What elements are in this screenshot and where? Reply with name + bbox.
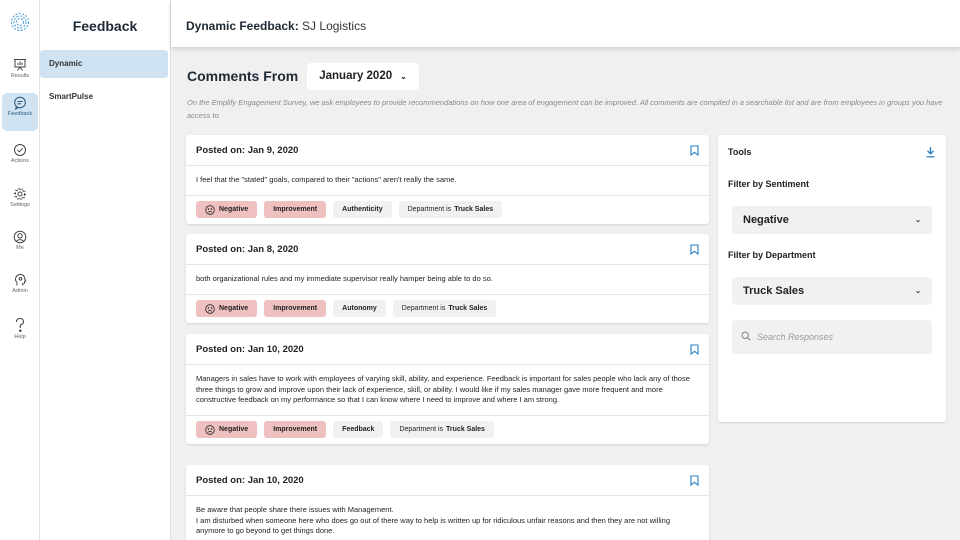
- month-dropdown-value: January 2020: [319, 70, 393, 82]
- topic-tag[interactable]: Authenticity: [333, 201, 392, 218]
- subnav-item-smartpulse[interactable]: SmartPulse: [40, 83, 168, 111]
- page-header: Dynamic Feedback: SJ Logistics: [171, 0, 960, 47]
- comment-card: Posted on: Jan 9, 2020 I feel that the "…: [186, 135, 709, 224]
- rail-item-me[interactable]: Me: [2, 227, 38, 265]
- comment-card-header: Posted on: Jan 10, 2020: [186, 465, 709, 496]
- sad-face-icon: [205, 424, 215, 435]
- comment-card-header: Posted on: Jan 8, 2020: [186, 234, 709, 265]
- rail-label-feedback: Feedback: [7, 111, 33, 117]
- rail-label-me: Me: [16, 245, 24, 251]
- comment-posted-date: Posted on: Jan 9, 2020: [196, 144, 299, 156]
- page-title-org: SJ Logistics: [298, 19, 367, 33]
- bookmark-icon[interactable]: [690, 243, 699, 255]
- sentiment-tag-label: Negative: [219, 426, 249, 433]
- head-profile-icon: [15, 273, 27, 286]
- rail-label-help: Help: [14, 334, 26, 340]
- page-title-bold: Dynamic Feedback:: [186, 19, 299, 33]
- search-box: [732, 320, 932, 354]
- tools-title: Tools: [728, 147, 752, 157]
- department-filter-dropdown[interactable]: Truck Sales ⌄: [732, 277, 932, 305]
- comment-card: Posted on: Jan 10, 2020 Managers in sale…: [186, 334, 709, 444]
- subnav-title: Feedback: [72, 18, 138, 34]
- search-input[interactable]: [757, 332, 917, 342]
- survey-description: On the Emplify Engagement Survey, we ask…: [187, 98, 943, 120]
- sentiment-tag[interactable]: Negative: [196, 421, 258, 438]
- comment-card: Posted on: Jan 8, 2020 both organization…: [186, 234, 709, 323]
- department-tag-prefix: Department is: [399, 426, 444, 433]
- rail-item-results[interactable]: Results: [2, 55, 38, 93]
- question-mark-icon: [15, 317, 25, 332]
- comment-text: Managers in sales have to work with empl…: [186, 365, 709, 416]
- rail-item-actions[interactable]: Actions: [2, 140, 38, 178]
- sentiment-tag[interactable]: Negative: [196, 300, 258, 317]
- comment-tags: Negative Improvement Feedback Department…: [186, 416, 709, 444]
- gear-icon: [13, 187, 27, 201]
- chevron-down-icon: ⌄: [400, 71, 407, 81]
- search-icon: [741, 328, 751, 346]
- department-tag[interactable]: Department is Truck Sales: [392, 300, 497, 317]
- subnav-item-dynamic[interactable]: Dynamic: [40, 50, 168, 78]
- rail-item-admin[interactable]: Admin: [2, 270, 38, 308]
- rail-item-settings[interactable]: Settings: [2, 184, 38, 222]
- icon-rail: Results Feedback Actions Settings Me Adm…: [0, 0, 40, 540]
- department-tag-value: Truck Sales: [448, 305, 488, 312]
- type-tag[interactable]: Improvement: [264, 300, 327, 317]
- comment-card: Posted on: Jan 10, 2020 Be aware that pe…: [186, 465, 709, 540]
- tools-panel: Tools Filter by Sentiment Negative ⌄ Fil…: [718, 135, 946, 422]
- department-tag-value: Truck Sales: [446, 426, 485, 433]
- rail-label-admin: Admin: [12, 288, 28, 294]
- bookmark-icon[interactable]: [690, 144, 699, 156]
- topic-tag[interactable]: Autonomy: [333, 300, 386, 317]
- comment-posted-date: Posted on: Jan 10, 2020: [196, 474, 304, 486]
- sentiment-tag-label: Negative: [219, 206, 249, 213]
- sentiment-filter-value: Negative: [743, 214, 789, 226]
- department-tag-value: Truck Sales: [454, 206, 494, 213]
- department-filter-value: Truck Sales: [743, 285, 805, 297]
- emplify-logo[interactable]: [10, 12, 30, 32]
- sentiment-tag[interactable]: Negative: [196, 201, 258, 218]
- type-tag[interactable]: Improvement: [264, 421, 327, 438]
- sentiment-filter-dropdown[interactable]: Negative ⌄: [732, 206, 932, 234]
- comment-text: Be aware that people share there issues …: [196, 505, 671, 535]
- sad-face-icon: [205, 204, 215, 215]
- chevron-down-icon: ⌄: [915, 217, 921, 224]
- bookmark-icon[interactable]: [690, 474, 699, 486]
- type-tag[interactable]: Improvement: [264, 201, 327, 218]
- comment-card-header: Posted on: Jan 9, 2020: [186, 135, 709, 166]
- feedback-subnav: Feedback Dynamic SmartPulse: [40, 0, 171, 540]
- rail-label-settings: Settings: [10, 202, 30, 208]
- rail-item-help[interactable]: Help: [2, 314, 38, 352]
- comment-text: both organizational rules and my immedia…: [186, 265, 709, 295]
- check-circle-icon: [14, 144, 26, 156]
- department-filter-label: Filter by Department: [728, 250, 816, 260]
- comment-text: I feel that the "stated" goals, compared…: [186, 166, 709, 196]
- department-tag[interactable]: Department is Truck Sales: [390, 421, 494, 438]
- comment-posted-date: Posted on: Jan 8, 2020: [196, 243, 299, 255]
- page-title: Dynamic Feedback: SJ Logistics: [186, 19, 366, 33]
- month-dropdown[interactable]: January 2020 ⌄: [307, 62, 419, 90]
- presentation-chart-icon: [14, 59, 26, 71]
- comment-card-header: Posted on: Jan 10, 2020: [186, 334, 709, 365]
- rail-item-feedback[interactable]: Feedback: [2, 93, 38, 131]
- bookmark-icon[interactable]: [690, 343, 699, 355]
- comment-posted-date: Posted on: Jan 10, 2020: [196, 343, 304, 355]
- download-icon[interactable]: [925, 145, 936, 163]
- chat-bubble-icon: [14, 96, 26, 110]
- comments-heading-row: Comments From January 2020 ⌄: [187, 62, 419, 90]
- sad-face-icon: [205, 303, 215, 314]
- sentiment-tag-label: Negative: [219, 305, 249, 312]
- topic-tag[interactable]: Feedback: [333, 421, 384, 438]
- main-content: Comments From January 2020 ⌄ On the Empl…: [171, 47, 960, 540]
- comment-tags: Negative Improvement Autonomy Department…: [186, 295, 709, 323]
- sentiment-filter-label: Filter by Sentiment: [728, 179, 810, 189]
- rail-label-actions: Actions: [10, 158, 30, 164]
- user-circle-icon: [13, 230, 27, 244]
- department-tag-prefix: Department is: [401, 305, 446, 312]
- department-tag[interactable]: Department is Truck Sales: [398, 201, 503, 218]
- comments-title: Comments From: [187, 68, 299, 84]
- rail-label-results: Results: [10, 73, 30, 79]
- department-tag-prefix: Department is: [407, 206, 452, 213]
- chevron-down-icon: ⌄: [915, 288, 921, 295]
- comment-tags: Negative Improvement Authenticity Depart…: [186, 196, 709, 224]
